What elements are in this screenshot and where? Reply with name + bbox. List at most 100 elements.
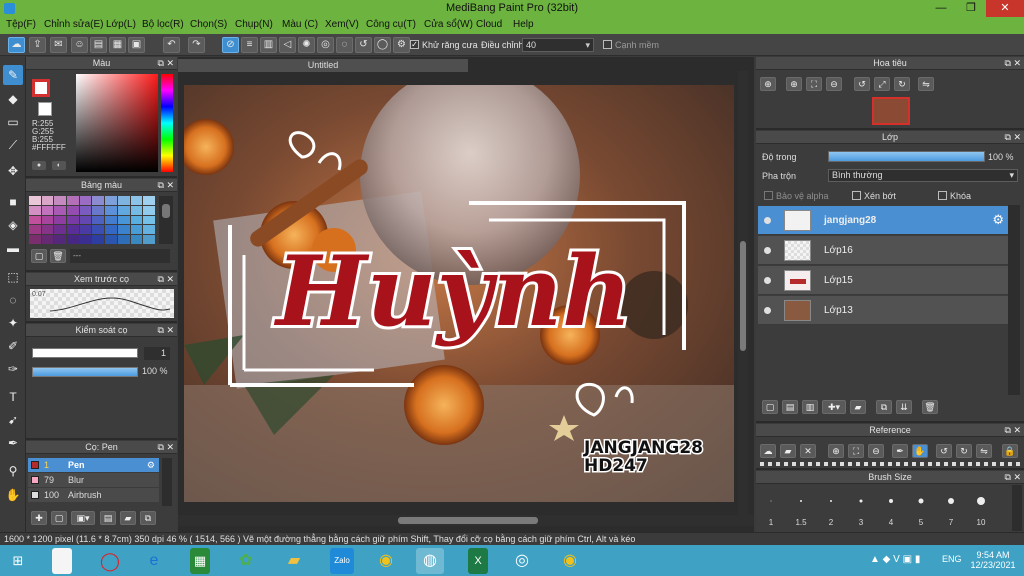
brush-list-scrollbar[interactable]: [162, 458, 172, 506]
brush-size-scrollbar[interactable]: [1012, 485, 1022, 531]
parallel-snap-icon[interactable]: ≡: [241, 37, 258, 53]
grid-icon[interactable]: ▦: [109, 37, 126, 53]
brush-opacity-slider[interactable]: [32, 367, 138, 377]
share-icon[interactable]: ⇪: [29, 37, 46, 53]
antialias-checkbox[interactable]: ✓: [410, 40, 419, 49]
layer-row-lop16[interactable]: Lớp16: [758, 236, 1008, 265]
opera-icon[interactable]: ◯: [96, 548, 124, 574]
eraser-tool-icon[interactable]: ◆: [3, 89, 23, 109]
lock-icon[interactable]: 🔒: [1002, 444, 1018, 458]
chrome-second-icon[interactable]: ◉: [556, 548, 584, 574]
brush-size-5[interactable]: 5: [906, 485, 936, 529]
maximize-button[interactable]: ❐: [956, 0, 986, 17]
radial-snap-icon[interactable]: ✺: [298, 37, 315, 53]
chrome-icon[interactable]: ◉: [372, 548, 400, 574]
folder-icon[interactable]: ▰: [850, 400, 866, 414]
layer-scrollbar[interactable]: [1008, 205, 1020, 395]
brush-size-7[interactable]: 7: [936, 485, 966, 529]
windows-start-icon[interactable]: ⊞: [4, 548, 32, 574]
new-page-icon[interactable]: ▢: [31, 249, 47, 263]
flip-icon[interactable]: ⇋: [918, 77, 934, 91]
panel-close-icon[interactable]: ⧉ ✕: [1005, 131, 1021, 144]
document-canvas[interactable]: Huỳnh JANGJANG28 HD247: [184, 85, 734, 502]
layer-row-lop13[interactable]: Lớp13: [758, 296, 1008, 325]
brush-copy-icon[interactable]: ⧉: [140, 511, 156, 525]
page-icon[interactable]: ▤: [90, 37, 107, 53]
eyedropper-tool-icon[interactable]: ✒: [3, 433, 23, 453]
rotate-right-icon[interactable]: ↻: [894, 77, 910, 91]
primary-color-swatch[interactable]: [32, 79, 50, 97]
panel-close-icon[interactable]: ⧉ ✕: [1005, 57, 1021, 70]
bucket-tool-icon[interactable]: ◈: [3, 215, 23, 235]
secondary-color-swatch[interactable]: [38, 102, 52, 116]
menu-file[interactable]: Tệp(F): [6, 19, 36, 30]
trash-icon[interactable]: 🗑: [50, 249, 66, 263]
zoom-out-icon[interactable]: ⊖: [868, 444, 884, 458]
close-icon[interactable]: ✕: [800, 444, 816, 458]
brush-size-2[interactable]: 2: [816, 485, 846, 529]
language-indicator[interactable]: ENG: [942, 554, 962, 564]
menu-window[interactable]: Cửa sổ(W): [424, 19, 473, 30]
menu-color[interactable]: Màu (C): [282, 19, 318, 30]
visibility-icon[interactable]: [764, 217, 771, 224]
color-field[interactable]: [76, 74, 158, 172]
ellipse-snap-icon[interactable]: ↺: [355, 37, 372, 53]
text-tool-icon[interactable]: T: [3, 387, 23, 407]
rect-tool-icon[interactable]: ▭: [3, 112, 23, 132]
panel-close-icon[interactable]: ⧉ ✕: [158, 273, 174, 286]
layer-opacity-slider[interactable]: [828, 151, 985, 162]
document-tab[interactable]: Untitled: [178, 59, 468, 72]
curve-snap-icon[interactable]: ◌: [336, 37, 353, 53]
layer-row-lop15[interactable]: Lớp15: [758, 266, 1008, 295]
menu-capture[interactable]: Chụp(N): [235, 19, 273, 30]
brush-size-1-5[interactable]: 1.5: [786, 485, 816, 529]
zoom-fit-icon[interactable]: ⊕: [786, 77, 802, 91]
brush-menu-icon[interactable]: ▣▾: [71, 511, 95, 525]
minimize-button[interactable]: —: [926, 0, 956, 17]
excel-icon[interactable]: X: [468, 548, 488, 574]
team-icon[interactable]: ☺: [71, 37, 88, 53]
hand-tool-icon[interactable]: ✋: [3, 485, 23, 505]
open-folder-icon[interactable]: ▰: [780, 444, 796, 458]
hand-icon[interactable]: ✋: [912, 444, 928, 458]
canvas-horizontal-scrollbar[interactable]: [178, 515, 754, 526]
new-layer-page-icon[interactable]: ▤: [782, 400, 798, 414]
select-eraser-icon[interactable]: ✑: [3, 359, 23, 379]
horizontal-scroll-thumb[interactable]: [398, 517, 538, 524]
magic-wand-icon[interactable]: ✦: [3, 313, 23, 333]
undo-icon[interactable]: ↶: [163, 37, 180, 53]
brush-edit-icon[interactable]: ▤: [100, 511, 116, 525]
ie-icon[interactable]: e: [140, 548, 168, 574]
ring-snap-icon[interactable]: ◯: [374, 37, 391, 53]
zoom-tool-icon[interactable]: ⚲: [3, 461, 23, 481]
fit-window-icon[interactable]: ⛶: [806, 77, 822, 91]
panel-close-icon[interactable]: ⧉ ✕: [1005, 424, 1021, 437]
operation-tool-icon[interactable]: ➹: [3, 410, 23, 430]
brush-tool-icon[interactable]: ✎: [3, 65, 23, 85]
zoom-out-icon[interactable]: ⊖: [826, 77, 842, 91]
brush-size-1[interactable]: 1: [756, 485, 786, 529]
color-option-icon[interactable]: ●: [32, 161, 46, 170]
clipping-checkbox[interactable]: [852, 191, 861, 200]
select-tool-icon[interactable]: ⬚: [3, 267, 23, 287]
menu-tools[interactable]: Công cụ(T): [366, 19, 416, 30]
menu-select[interactable]: Chọn(S): [190, 19, 227, 30]
menu-view[interactable]: Xem(V): [325, 19, 359, 30]
zalo-icon[interactable]: Zalo: [330, 548, 354, 574]
blend-mode-select[interactable]: Bình thường ▾: [828, 169, 1018, 182]
palette-scrollbar[interactable]: [159, 196, 173, 244]
brush-page-icon[interactable]: ▢: [51, 511, 67, 525]
eyedropper-icon[interactable]: ✒: [892, 444, 908, 458]
menu-cloud[interactable]: Cloud: [476, 19, 502, 30]
layer-row-jangjang28[interactable]: jangjang28 ⚙: [758, 206, 1008, 235]
palette-grid[interactable]: [29, 196, 155, 244]
move-tool-icon[interactable]: ✥: [3, 161, 23, 181]
snap-settings-icon[interactable]: ⚙: [393, 37, 410, 53]
brush-add-icon[interactable]: ✚: [31, 511, 47, 525]
soft-edge-checkbox[interactable]: [603, 40, 612, 49]
rotate-left-icon[interactable]: ↺: [936, 444, 952, 458]
fit-window-icon[interactable]: ⛶: [848, 444, 864, 458]
brush-item-blur[interactable]: 79 Blur: [28, 473, 159, 487]
color-swap-icon[interactable]: ◐: [52, 161, 66, 170]
cloud-save-icon[interactable]: ☁: [8, 37, 25, 53]
